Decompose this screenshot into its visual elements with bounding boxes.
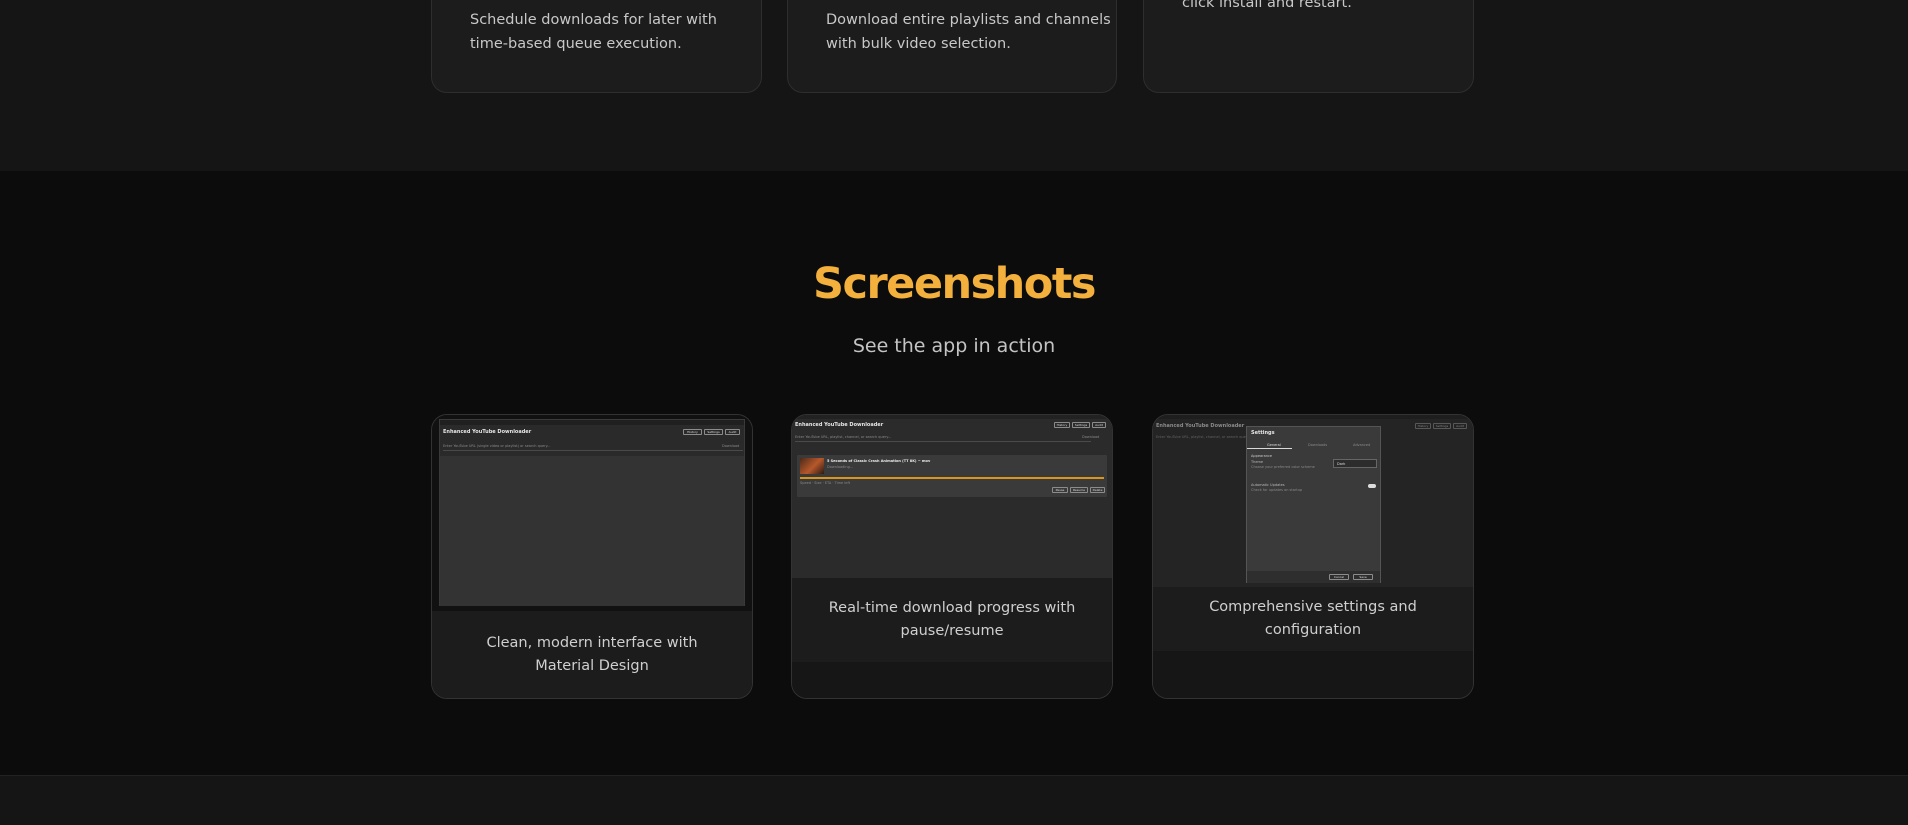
mock-tab-indicator bbox=[1247, 448, 1292, 449]
mock-updates-toggle bbox=[1368, 484, 1376, 488]
mock-updates-label: Automatic Updates bbox=[1251, 483, 1285, 487]
feature-card-updates: click install and restart. bbox=[1143, 0, 1474, 93]
mock-url-placeholder: Enter YouTube URL, playlist, channel, or… bbox=[1156, 435, 1253, 439]
mock-tab-downloads: Downloads bbox=[1308, 443, 1328, 447]
mock-download-label: Download bbox=[1082, 435, 1100, 439]
feature-card-playlists: Download entire playlists and channels w… bbox=[787, 0, 1117, 93]
mock-progress-fill bbox=[800, 477, 1104, 479]
mock-theme-select: Dark bbox=[1333, 459, 1377, 468]
card-footer bbox=[792, 662, 1112, 698]
section-subtitle: See the app in action bbox=[852, 335, 1056, 357]
mock-updates-hint: Check for updates on startup bbox=[1251, 488, 1303, 492]
mock-download-item: 5 Seconds of Classic Crash Animation (TT… bbox=[797, 455, 1107, 497]
mock-app-title: Enhanced YouTube Downloader bbox=[1156, 423, 1245, 429]
mock-video-thumbnail bbox=[800, 458, 824, 474]
mock-video-status: Downloading... bbox=[827, 465, 854, 469]
mock-download-label: Download bbox=[722, 444, 740, 448]
feature-desc-line2: with bulk video selection. bbox=[826, 36, 1011, 52]
screenshot-card-settings[interactable]: Enhanced YouTube Downloader History Sett… bbox=[1152, 414, 1474, 699]
mock-tab-general: General bbox=[1267, 443, 1281, 447]
screenshot-caption: Real-time download progress with pause/r… bbox=[792, 578, 1112, 662]
mock-save-button: Save bbox=[1353, 574, 1373, 580]
mock-dialog-footer: Cancel Save bbox=[1247, 571, 1380, 583]
screenshots-section: Screenshots See the app in action Enhanc… bbox=[0, 171, 1908, 775]
mock-url-underline bbox=[443, 450, 743, 451]
screenshot-caption: Clean, modern interface with Material De… bbox=[432, 611, 752, 698]
mock-url-underline bbox=[795, 441, 1091, 442]
mock-cancel-button: Cancel bbox=[1329, 574, 1349, 580]
mock-progress-track bbox=[800, 477, 1104, 479]
screenshot-card-download-progress[interactable]: Enhanced YouTube Downloader History Sett… bbox=[791, 414, 1113, 699]
mock-window: Enhanced YouTube Downloader History Sett… bbox=[439, 419, 745, 606]
feature-desc-line1: Schedule downloads for later with bbox=[470, 12, 717, 28]
mock-settings-button: Settings bbox=[1433, 423, 1451, 429]
mock-titlebar bbox=[792, 415, 1112, 419]
feature-card-scheduler: Schedule downloads for later with time-b… bbox=[431, 0, 762, 93]
mock-history-button: History bbox=[1415, 423, 1431, 429]
mock-theme-label: Theme bbox=[1251, 460, 1264, 464]
section-title: Screenshots bbox=[812, 259, 1097, 309]
mock-titlebar bbox=[440, 420, 744, 425]
mock-settings-button: Settings bbox=[1072, 422, 1090, 428]
mock-resume-button: Resume bbox=[1070, 487, 1088, 493]
mock-pause-button: Pause bbox=[1052, 487, 1068, 493]
mock-theme-hint: Choose your preferred color scheme bbox=[1251, 465, 1315, 469]
mock-video-title: 5 Seconds of Classic Crash Animation (TT… bbox=[827, 459, 931, 463]
next-section bbox=[0, 775, 1908, 825]
mock-settings-button: Settings bbox=[704, 429, 723, 435]
mock-audit-button: Audit bbox=[1453, 423, 1467, 429]
screenshot-caption: Comprehensive settings and configuration bbox=[1153, 587, 1473, 651]
mock-settings-title: Settings bbox=[1251, 430, 1275, 436]
mock-app-title: Enhanced YouTube Downloader bbox=[795, 422, 884, 428]
mock-appearance-label: Appearance bbox=[1251, 454, 1273, 458]
screenshot-image-main-ui[interactable]: Enhanced YouTube Downloader History Sett… bbox=[432, 415, 752, 611]
mock-empty-list bbox=[440, 456, 744, 606]
card-footer bbox=[1153, 651, 1473, 698]
mock-delete-button: Delete bbox=[1090, 487, 1105, 493]
mock-theme-value: Dark bbox=[1337, 462, 1346, 466]
mock-url-placeholder: Enter YouTube URL, playlist, channel, or… bbox=[795, 435, 892, 439]
mock-url-placeholder: Enter YouTube URL (single video or playl… bbox=[443, 444, 551, 448]
screenshot-image-settings[interactable]: Enhanced YouTube Downloader History Sett… bbox=[1153, 415, 1473, 587]
screenshot-image-download-progress[interactable]: Enhanced YouTube Downloader History Sett… bbox=[792, 415, 1112, 578]
features-section: Schedule downloads for later with time-b… bbox=[0, 0, 1908, 171]
mock-audit-button: Audit bbox=[725, 429, 740, 435]
mock-titlebar bbox=[1153, 415, 1473, 419]
mock-video-meta: Speed · Size · ETA · Time left bbox=[800, 481, 850, 485]
feature-desc-line1: click install and restart. bbox=[1182, 0, 1352, 11]
screenshot-card-main-ui[interactable]: Enhanced YouTube Downloader History Sett… bbox=[431, 414, 753, 699]
feature-desc-line2: time-based queue execution. bbox=[470, 36, 682, 52]
mock-history-button: History bbox=[1054, 422, 1070, 428]
mock-audit-button: Audit bbox=[1092, 422, 1106, 428]
mock-history-button: History bbox=[683, 429, 702, 435]
mock-app-title: Enhanced YouTube Downloader bbox=[443, 429, 532, 435]
mock-tab-advanced: Advanced bbox=[1353, 443, 1371, 447]
feature-desc-line1: Download entire playlists and channels bbox=[826, 12, 1111, 28]
mock-settings-dialog: Settings General Downloads Advanced Appe… bbox=[1246, 426, 1381, 583]
